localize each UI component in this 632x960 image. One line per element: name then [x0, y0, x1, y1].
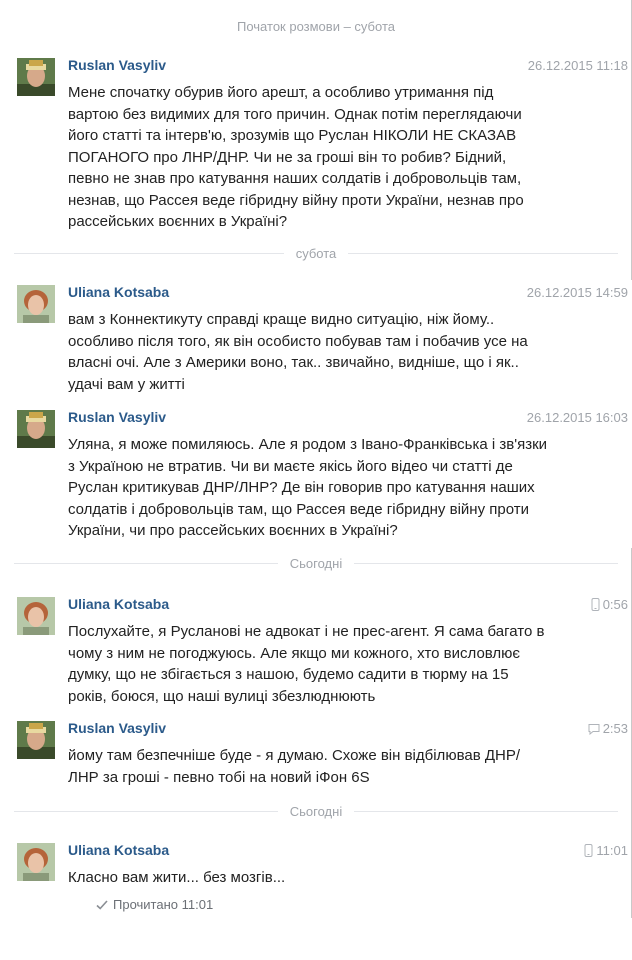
sender-name[interactable]: Uliana Kotsaba	[68, 596, 169, 612]
avatar[interactable]	[17, 721, 55, 759]
read-receipt: Прочитано 11:01	[96, 897, 213, 912]
message-text: йому там безпечніше буде - я думаю. Схож…	[68, 747, 521, 786]
message-time: 0:56	[591, 597, 628, 612]
message-text: Уляна, я може помиляюсь. Але я родом з І…	[68, 436, 548, 539]
sender-name[interactable]: Uliana Kotsaba	[68, 842, 169, 858]
avatar[interactable]	[17, 843, 55, 881]
date-divider: Сьогодні	[0, 801, 632, 821]
mobile-icon	[584, 844, 593, 857]
message-text: Мене спочатку обурив його арешт, а особл…	[68, 84, 524, 230]
divider-label: субота	[283, 245, 349, 261]
sender-name[interactable]: Ruslan Vasyliv	[68, 57, 166, 73]
message-time: 2:53	[588, 721, 628, 736]
message-time: 26.12.2015 14:59	[526, 285, 628, 300]
sender-name[interactable]: Uliana Kotsaba	[68, 284, 169, 300]
date-divider: Початок розмови – субота	[0, 16, 632, 36]
checkmark-icon	[96, 899, 108, 910]
divider-label: Сьогодні	[277, 803, 355, 819]
message-time: 26.12.2015 11:18	[527, 58, 628, 73]
divider-label: Сьогодні	[277, 555, 355, 571]
sender-name[interactable]: Ruslan Vasyliv	[68, 720, 166, 736]
mobile-icon	[591, 598, 600, 611]
message-time: 26.12.2015 16:03	[526, 410, 628, 425]
date-divider: Сьогодні	[0, 553, 632, 573]
avatar[interactable]	[17, 597, 55, 635]
avatar[interactable]	[17, 285, 55, 323]
message-time: 11:01	[584, 843, 628, 858]
avatar[interactable]	[17, 410, 55, 448]
message-text: вам з Коннектикуту справді краще видно с…	[68, 311, 528, 393]
read-receipt-text: Прочитано 11:01	[113, 897, 214, 912]
avatar[interactable]	[17, 58, 55, 96]
chat-bubble-icon	[588, 723, 600, 735]
divider-label: Початок розмови – субота	[225, 18, 407, 34]
date-divider: субота	[0, 243, 632, 263]
sender-name[interactable]: Ruslan Vasyliv	[68, 409, 166, 425]
message-text: Класно вам жити... без мозгів...	[68, 869, 286, 886]
message-text: Послухайте, я Русланові не адвокат і не …	[68, 623, 545, 705]
